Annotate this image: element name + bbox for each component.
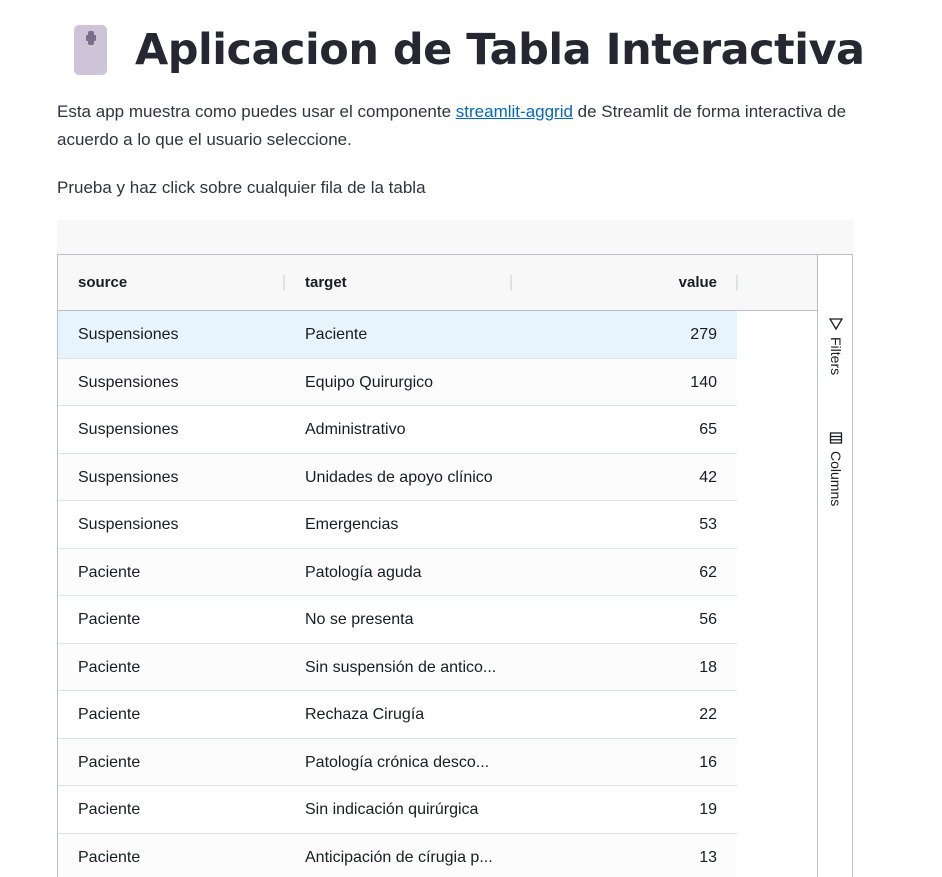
grid-main: source target value Suspensiones Paciente… [58, 255, 819, 877]
instruction-text: Prueba y haz click sobre cualquier fila … [57, 178, 426, 197]
columns-label: Columns [828, 451, 844, 507]
aggrid-container: source target value Suspensiones Paciente… [57, 220, 853, 877]
column-header-source[interactable]: source [78, 255, 278, 310]
table-row[interactable]: Suspensiones Emergencias 53 [58, 501, 737, 549]
table-row[interactable]: Paciente No se presenta 56 [58, 596, 737, 644]
cell-target: Administrativo [305, 421, 406, 438]
table-row[interactable]: Paciente Patología crónica desco... 16 [58, 738, 737, 786]
cell-target: Equipo Quirurgico [305, 373, 434, 391]
column-header-value[interactable]: value [512, 255, 717, 310]
cell-target: Patología aguda [305, 563, 422, 581]
table-row[interactable]: Suspensiones Equipo Quirurgico 140 [58, 358, 737, 406]
column-header-target[interactable]: target [305, 255, 505, 310]
filters-label: Filters [828, 337, 844, 376]
columns-tab[interactable]: Columns [827, 431, 845, 506]
page-title: Aplicacion de Tabla Interactiva [135, 25, 865, 75]
streamlit-aggrid-link[interactable]: streamlit-aggrid [456, 102, 573, 121]
cell-value: 16 [699, 753, 717, 771]
cell-target: Patología crónica desco... [305, 753, 490, 771]
cell-value: 53 [699, 516, 717, 533]
table-row[interactable]: Paciente Sin suspensión de antico... 18 [58, 643, 737, 691]
cell-source: Suspensiones [78, 326, 179, 343]
cell-source: Suspensiones [78, 421, 179, 438]
cell-source: Suspensiones [78, 468, 179, 486]
cell-value: 56 [699, 611, 717, 628]
cell-value: 279 [690, 326, 717, 343]
cell-target: Rechaza Cirugía [305, 706, 425, 723]
cell-source: Paciente [78, 611, 141, 628]
filter-icon [829, 318, 843, 331]
cell-target: Unidades de apoyo clínico [305, 468, 493, 486]
data-grid: source target value Suspensiones Paciente… [57, 254, 853, 877]
intro-text-before: Esta app muestra como puedes usar el com… [57, 102, 456, 121]
cell-value: 13 [699, 848, 717, 866]
filters-tab[interactable]: Filters [827, 317, 845, 375]
grid-header: source target value [58, 255, 819, 311]
cell-value: 22 [699, 706, 717, 723]
cell-value: 65 [699, 421, 717, 438]
cell-source: Suspensiones [78, 516, 179, 533]
cell-target: No se presenta [305, 611, 414, 628]
table-row[interactable]: Paciente Sin indicación quirúrgica 19 [58, 786, 737, 834]
cell-target: Anticipación de círugia p... [305, 848, 493, 866]
table-row[interactable]: Suspensiones Paciente 279 [58, 311, 737, 359]
cell-value: 18 [699, 658, 717, 676]
mouse-icon [74, 25, 107, 75]
title-row: Aplicacion de Tabla Interactiva [74, 22, 865, 78]
cell-target: Paciente [305, 326, 368, 343]
cell-target: Sin suspensión de antico... [305, 658, 495, 676]
cell-value: 62 [699, 563, 717, 581]
table-row[interactable]: Paciente Patología aguda 62 [58, 548, 737, 596]
cell-source: Paciente [78, 658, 141, 676]
cell-target: Emergencias [305, 516, 399, 533]
cell-value: 140 [690, 373, 717, 391]
app-page: Aplicacion de Tabla Interactiva Esta app… [0, 0, 942, 877]
cell-source: Paciente [78, 848, 141, 866]
table-row[interactable]: Suspensiones Administrativo 65 [58, 406, 737, 454]
cell-source: Paciente [78, 563, 141, 581]
cell-value: 19 [699, 801, 717, 818]
table-row[interactable]: Paciente Anticipación de círugia p... 13 [58, 833, 737, 877]
columns-icon [829, 432, 843, 444]
intro-paragraph: Esta app muestra como puedes usar el com… [57, 98, 857, 154]
cell-value: 42 [699, 468, 717, 486]
cell-source: Suspensiones [78, 373, 179, 391]
cell-target: Sin indicación quirúrgica [305, 801, 479, 818]
cell-source: Paciente [78, 706, 141, 723]
table-row[interactable]: Suspensiones Unidades de apoyo clínico 42 [58, 453, 737, 501]
column-resize-handle[interactable] [736, 275, 738, 291]
grid-rows: Suspensiones Paciente 279 Suspensiones Equip… [58, 311, 737, 877]
column-resize-handle[interactable] [283, 275, 285, 291]
cell-source: Paciente [78, 753, 141, 771]
grid-side-bar: Filters Columns [817, 255, 852, 877]
table-row[interactable]: Paciente Rechaza Cirugía 22 [58, 691, 737, 739]
cell-source: Paciente [78, 801, 141, 818]
